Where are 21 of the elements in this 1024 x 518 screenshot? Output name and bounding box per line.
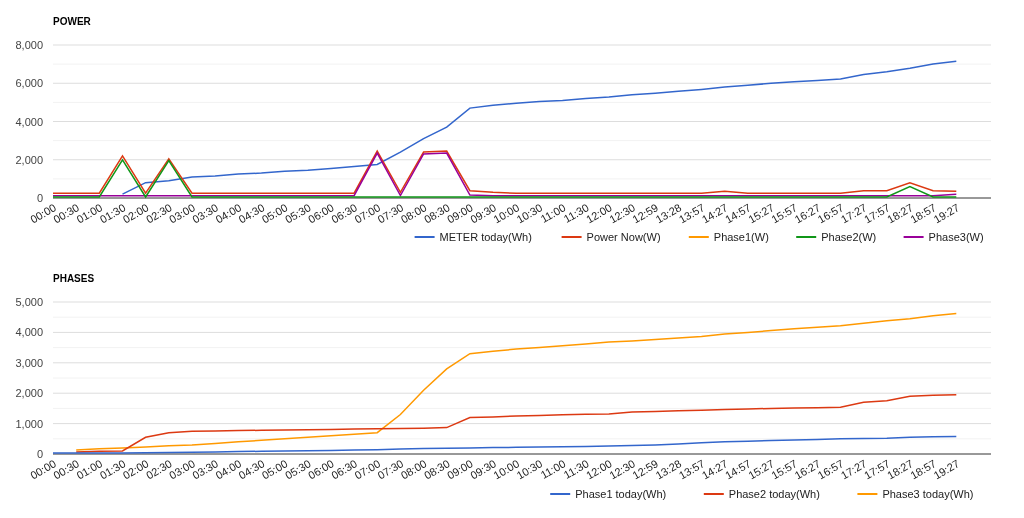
tick-label: 5,000 — [15, 296, 43, 308]
tick-label: 4,000 — [15, 115, 43, 128]
tick-label: 2,000 — [15, 387, 43, 400]
legend-label: Phase3 today(Wh) — [882, 488, 974, 500]
tick-label: 2,000 — [15, 153, 43, 166]
legend-label: METER today(Wh) — [439, 231, 532, 243]
tick-label: 1,000 — [15, 417, 43, 430]
legend-label: Phase2(W) — [821, 231, 877, 243]
legend-label: Phase1 today(Wh) — [575, 488, 667, 500]
legend-label: Phase3(W) — [928, 231, 984, 243]
tick-label: 3,000 — [15, 356, 43, 369]
legend-label: Phase1(W) — [713, 231, 769, 243]
tick-label: 6,000 — [15, 77, 43, 90]
legend-label: Phase2 today(Wh) — [728, 488, 820, 500]
tick-label: 0 — [36, 192, 43, 204]
tick-label: 0 — [36, 448, 43, 460]
legend-label: Power Now(W) — [586, 231, 661, 243]
tick-label: 4,000 — [15, 326, 43, 339]
tick-label: 8,000 — [15, 39, 43, 51]
chart-title: PHASES — [53, 273, 95, 284]
chart-title: POWER — [53, 16, 91, 27]
